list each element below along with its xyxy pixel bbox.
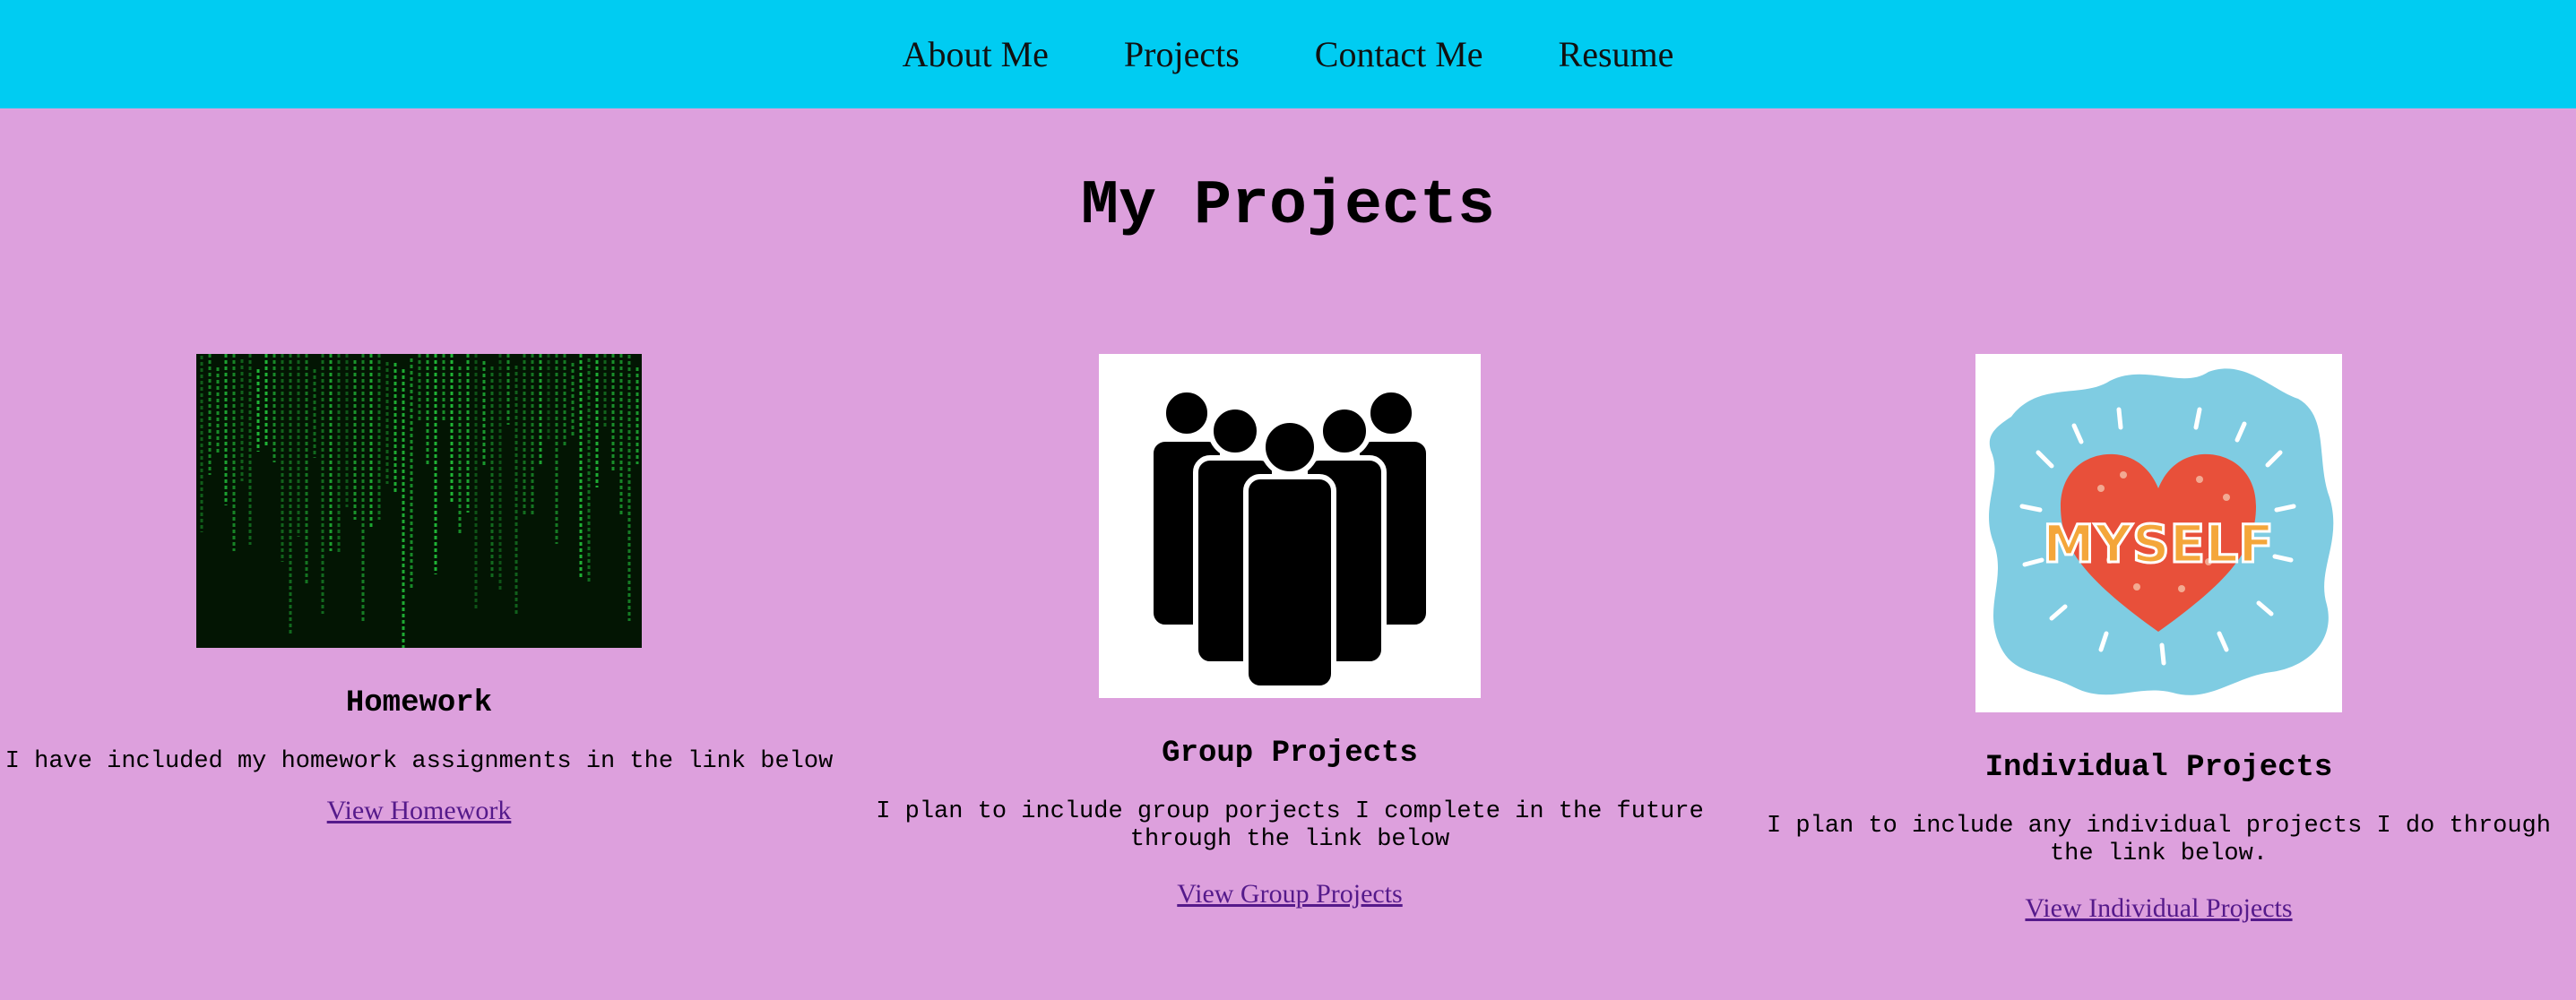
page-title: My Projects	[1080, 171, 1496, 242]
view-homework-link[interactable]: View Homework	[327, 796, 512, 826]
card-heading: Homework	[345, 686, 493, 720]
matrix-code-graphic	[196, 354, 642, 648]
myself-text: MYSELF	[2043, 513, 2274, 574]
card-heading: Individual Projects	[1984, 751, 2333, 785]
nav-link-projects[interactable]: Projects	[1124, 33, 1240, 75]
group-people-graphic	[1099, 354, 1481, 698]
project-card-homework: Homework I have included my homework ass…	[0, 354, 838, 826]
card-description: I have included my homework assignments …	[4, 748, 834, 775]
matrix-code-image	[196, 354, 642, 648]
myself-heart-graphic: MYSELF	[1975, 354, 2342, 712]
nav-link-about-me[interactable]: About Me	[903, 33, 1049, 75]
project-card-group: Group Projects I plan to include group p…	[856, 354, 1724, 909]
view-individual-projects-link[interactable]: View Individual Projects	[2025, 893, 2292, 924]
top-nav: About Me Projects Contact Me Resume	[0, 0, 2576, 108]
myself-heart-image: MYSELF	[1975, 354, 2342, 712]
card-description: I plan to include any individual project…	[1767, 813, 2551, 867]
nav-link-contact-me[interactable]: Contact Me	[1315, 33, 1483, 75]
group-people-icon	[1099, 354, 1481, 698]
project-card-individual: MYSELF Individual Projects I plan to inc…	[1742, 354, 2576, 924]
nav-link-resume[interactable]: Resume	[1559, 33, 1674, 75]
view-group-projects-link[interactable]: View Group Projects	[1177, 879, 1402, 909]
card-description: I plan to include group porjects I compl…	[876, 798, 1704, 853]
card-heading: Group Projects	[1162, 737, 1418, 771]
